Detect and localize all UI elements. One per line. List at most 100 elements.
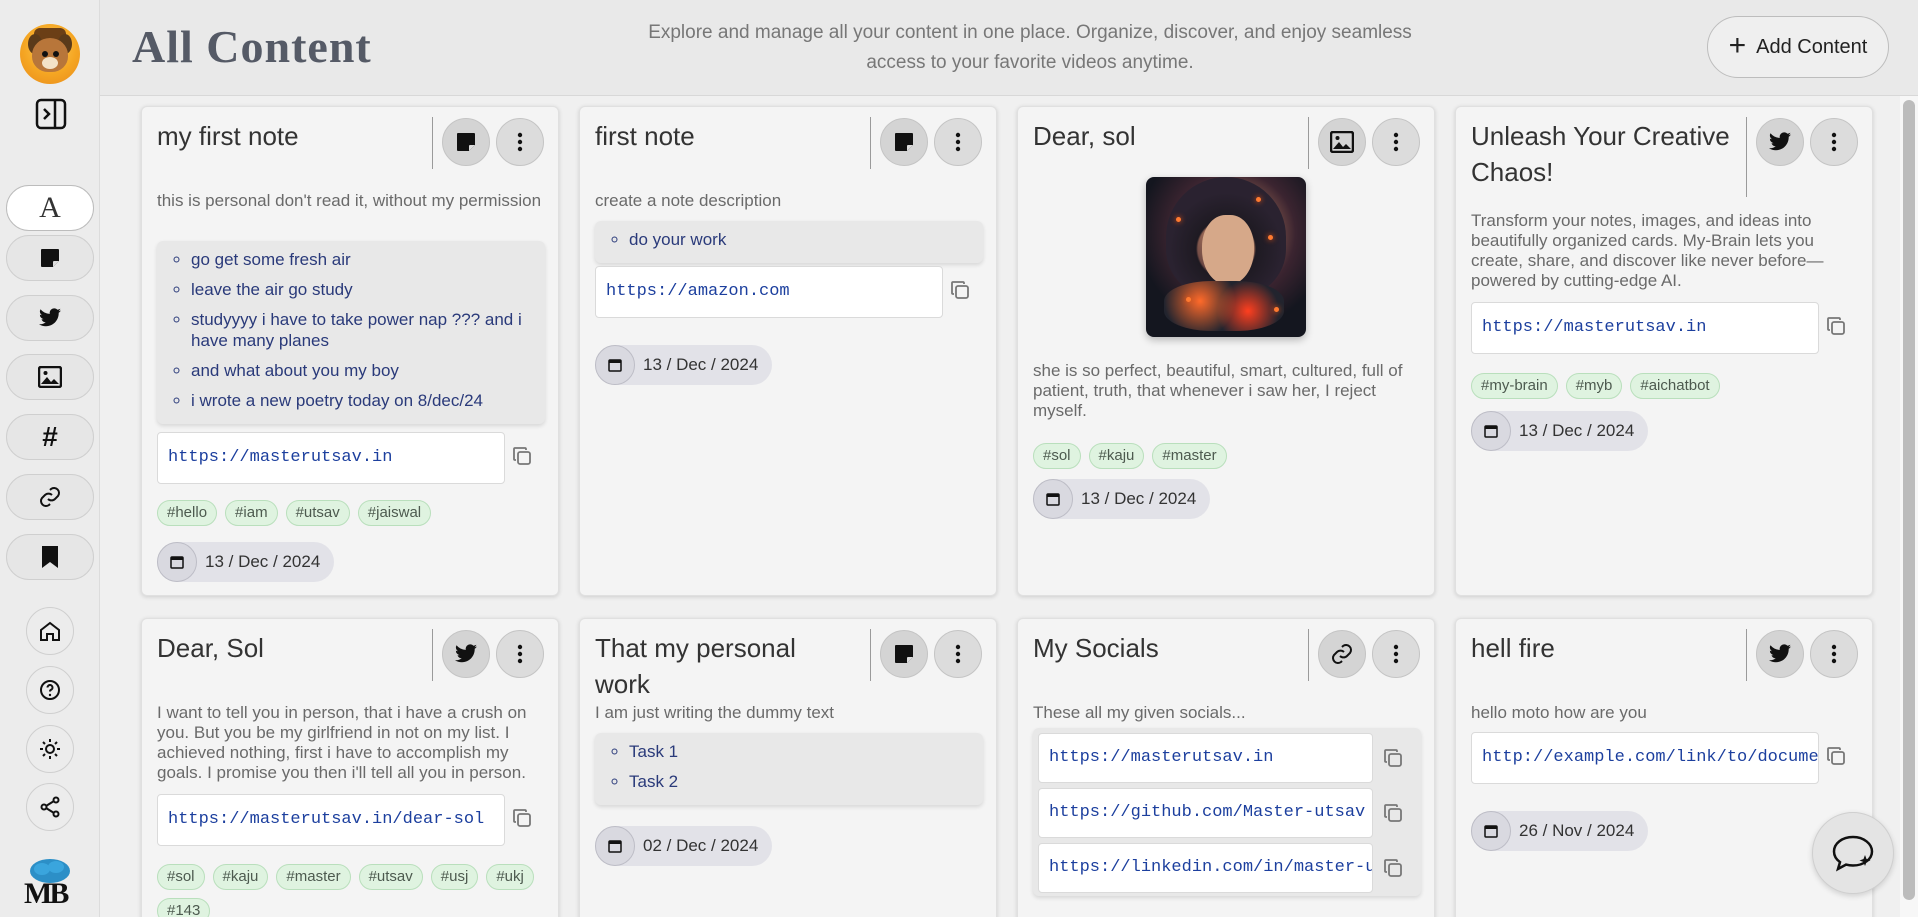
url-field[interactable]: https://masterutsav.in xyxy=(157,432,505,484)
task-item[interactable]: i wrote a new poetry today on 8/dec/24 xyxy=(191,390,535,411)
help-button[interactable] xyxy=(26,666,74,714)
more-vertical-icon xyxy=(955,644,961,664)
hashtag-icon: # xyxy=(42,421,58,452)
tag[interactable]: #sol xyxy=(157,864,205,890)
copy-icon[interactable] xyxy=(1824,744,1848,768)
tag-list: #sol #kaju #master #utsav #usj #ukj #143 xyxy=(157,864,547,917)
copy-icon[interactable] xyxy=(510,806,534,830)
card-description: These all my given socials... xyxy=(1033,703,1246,722)
card-type-button[interactable] xyxy=(880,630,928,678)
tag[interactable]: #kaju xyxy=(1088,443,1145,469)
card-image[interactable] xyxy=(1146,177,1306,337)
sidebar-item-all[interactable]: A xyxy=(6,185,94,231)
card-menu-button[interactable] xyxy=(496,630,544,678)
copy-icon[interactable] xyxy=(1381,856,1405,880)
card-menu-button[interactable] xyxy=(496,118,544,166)
card-menu-button[interactable] xyxy=(1372,118,1420,166)
card-divider xyxy=(870,117,871,169)
more-vertical-icon xyxy=(517,644,523,664)
header: All Content Explore and manage all your … xyxy=(100,0,1918,96)
card-menu-button[interactable] xyxy=(934,630,982,678)
card-description: this is personal don't read it, without … xyxy=(157,191,542,210)
copy-icon[interactable] xyxy=(510,444,534,468)
tag[interactable]: #143 xyxy=(157,898,211,917)
note-icon xyxy=(895,645,913,663)
card-type-button[interactable] xyxy=(1756,630,1804,678)
tag-list: #hello #iam #utsav #jaiswal xyxy=(157,500,547,526)
card-type-button[interactable] xyxy=(1318,118,1366,166)
copy-icon[interactable] xyxy=(1381,801,1405,825)
card-date: 02 / Dec / 2024 xyxy=(643,836,759,855)
add-content-button[interactable]: + Add Content xyxy=(1707,16,1889,78)
tag[interactable]: #master xyxy=(1152,443,1227,469)
avatar[interactable] xyxy=(20,24,80,84)
more-vertical-icon xyxy=(1831,644,1837,664)
card-type-button[interactable] xyxy=(880,118,928,166)
card-date: 26 / Nov / 2024 xyxy=(1519,821,1635,840)
brand-logo-text: MB xyxy=(24,877,69,910)
tag[interactable]: #iam xyxy=(225,500,278,526)
scrollbar-thumb[interactable] xyxy=(1903,100,1915,900)
task-item[interactable]: Task 1 xyxy=(629,741,973,762)
content-card: first note create a note description do … xyxy=(579,106,997,596)
tag[interactable]: #kaju xyxy=(212,864,269,890)
sidebar-item-images[interactable] xyxy=(6,354,94,400)
tag[interactable]: #usj xyxy=(430,864,479,890)
sidebar-toggle-icon[interactable] xyxy=(35,98,67,130)
card-date: 13 / Dec / 2024 xyxy=(1519,421,1635,440)
theme-toggle-button[interactable] xyxy=(26,725,74,773)
link-icon xyxy=(1332,644,1352,664)
social-link[interactable]: https://linkedin.com/in/master-ut xyxy=(1038,843,1373,893)
task-item[interactable]: do your work xyxy=(629,229,973,250)
url-field[interactable]: http://example.com/link/to/documen xyxy=(1471,732,1819,784)
sidebar-item-notes[interactable] xyxy=(6,235,94,281)
card-type-button[interactable] xyxy=(442,630,490,678)
tag[interactable]: #ukj xyxy=(486,864,534,890)
card-type-button[interactable] xyxy=(1318,630,1366,678)
url-field[interactable]: https://amazon.com xyxy=(595,266,943,318)
sidebar-item-tags[interactable]: # xyxy=(6,414,94,460)
tag[interactable]: #sol xyxy=(1033,443,1081,469)
task-item[interactable]: go get some fresh air xyxy=(191,249,535,270)
date-chip: 26 / Nov / 2024 xyxy=(1471,811,1649,851)
card-menu-button[interactable] xyxy=(1810,118,1858,166)
copy-icon[interactable] xyxy=(1824,314,1848,338)
sidebar-item-bookmarks[interactable] xyxy=(6,534,94,580)
card-menu-button[interactable] xyxy=(1810,630,1858,678)
card-title: That my personal work xyxy=(595,633,796,699)
home-button[interactable] xyxy=(26,607,74,655)
card-menu-button[interactable] xyxy=(934,118,982,166)
copy-icon[interactable] xyxy=(1381,746,1405,770)
more-vertical-icon xyxy=(1393,644,1399,664)
card-type-button[interactable] xyxy=(1756,118,1804,166)
tag[interactable]: #utsav xyxy=(358,864,423,890)
url-field[interactable]: https://masterutsav.in/dear-sol xyxy=(157,794,505,846)
sidebar-item-links[interactable] xyxy=(6,474,94,520)
url-field[interactable]: https://masterutsav.in xyxy=(1471,302,1819,354)
sidebar-item-tweets[interactable] xyxy=(6,295,94,341)
card-menu-button[interactable] xyxy=(1372,630,1420,678)
tag[interactable]: #myb xyxy=(1565,373,1623,399)
task-item[interactable]: Task 2 xyxy=(629,771,973,792)
task-item[interactable]: and what about you my boy xyxy=(191,360,535,381)
card-date: 13 / Dec / 2024 xyxy=(1081,489,1197,508)
task-item[interactable]: studyyyy i have to take power nap ??? an… xyxy=(191,309,535,351)
tag[interactable]: #jaiswal xyxy=(357,500,432,526)
card-type-button[interactable] xyxy=(442,118,490,166)
tag[interactable]: #hello xyxy=(157,500,218,526)
social-link[interactable]: https://github.com/Master-utsav xyxy=(1038,788,1373,838)
date-chip: 02 / Dec / 2024 xyxy=(595,826,773,866)
calendar-icon xyxy=(1471,811,1511,851)
note-icon xyxy=(41,249,59,267)
twitter-icon xyxy=(1769,132,1791,151)
share-button[interactable] xyxy=(26,783,74,831)
content-card: my first note this is personal don't rea… xyxy=(141,106,559,596)
tag[interactable]: #utsav xyxy=(285,500,350,526)
tag[interactable]: #aichatbot xyxy=(1630,373,1720,399)
chatbot-button[interactable] xyxy=(1812,812,1894,894)
social-link[interactable]: https://masterutsav.in xyxy=(1038,733,1373,783)
tag[interactable]: #master xyxy=(276,864,351,890)
tag[interactable]: #my-brain xyxy=(1471,373,1558,399)
task-item[interactable]: leave the air go study xyxy=(191,279,535,300)
copy-icon[interactable] xyxy=(948,278,972,302)
